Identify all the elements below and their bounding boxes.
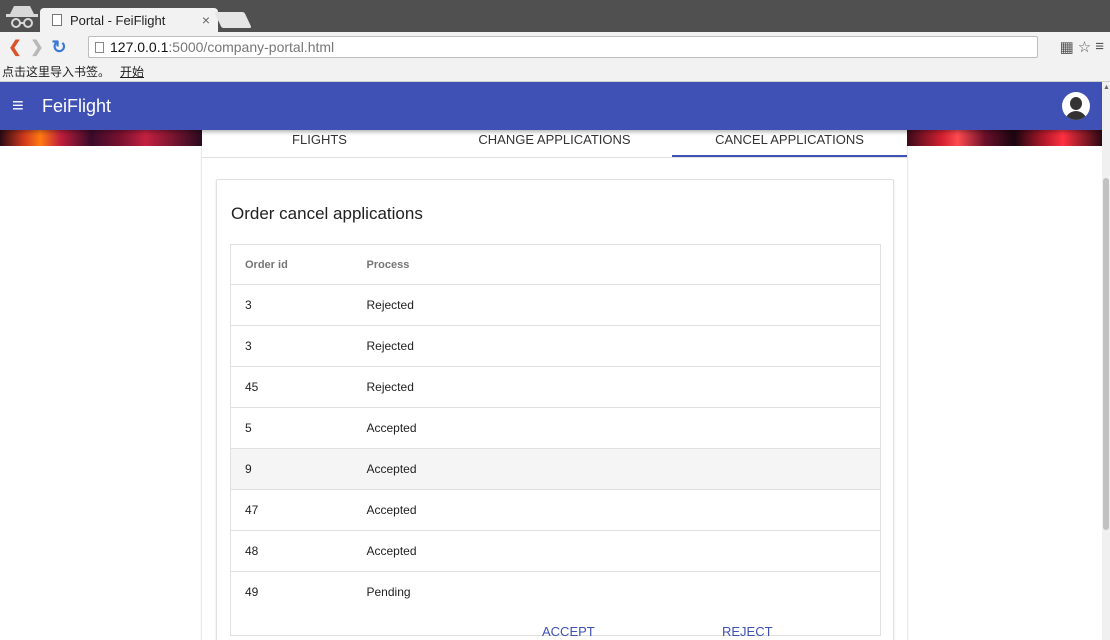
column-header-order-id[interactable]: Order id [230,244,367,285]
table-row[interactable]: 9 Accepted [230,448,881,490]
browser-tab[interactable]: Portal - FeiFlight × [40,8,218,32]
row-actions: ACCEPT REJECT [202,624,907,640]
table-row[interactable]: 3 Rejected [230,325,881,367]
scroll-up-icon[interactable]: ▲ [1103,84,1110,91]
table-row[interactable]: 48 Accepted [230,530,881,572]
process-cell: Rejected [366,284,881,326]
process-cell: Accepted [366,407,881,449]
app-brand[interactable]: FeiFlight [42,96,111,117]
accept-button[interactable]: ACCEPT [542,624,595,639]
page-icon [52,14,62,26]
scrollbar-thumb[interactable] [1103,178,1109,530]
tab-change-applications[interactable]: CHANGE APPLICATIONS [437,130,672,157]
column-header-process[interactable]: Process [366,244,881,285]
tab-cancel-applications[interactable]: CANCEL APPLICATIONS [672,130,907,157]
process-cell: Rejected [366,366,881,408]
table-header-row: Order id Process [230,244,881,285]
new-tab-button[interactable] [214,12,252,28]
applications-table: Order id Process 3 Rejected 3 Rejected 4… [230,244,881,636]
avatar-body [1065,111,1087,120]
bookmark-import-text[interactable]: 点击这里导入书签。 [2,63,110,80]
page-icon [95,41,104,53]
order-id-cell: 5 [230,407,367,449]
forward-icon[interactable]: ❯ [28,37,46,57]
order-id-cell: 48 [230,530,367,572]
close-tab-icon[interactable]: × [202,12,210,28]
banner-image-left [0,130,202,146]
cancel-applications-panel: Order cancel applications Order id Proce… [216,179,894,640]
url-path: :5000/company-portal.html [168,39,335,55]
toolbar-right-icons: ▦ ☆ ≡ [1060,38,1104,56]
browser-toolbar: ❮ ❯ ↻ 127.0.0.1:5000/company-portal.html… [0,32,1110,62]
menu-icon[interactable]: ≡ [12,95,42,118]
bookmarks-bar: 点击这里导入书签。 开始 [0,62,1110,82]
table-row[interactable]: 45 Rejected [230,366,881,408]
browser-tab-strip: Portal - FeiFlight × [0,0,1110,32]
process-cell: Accepted [366,448,881,490]
page-scrollbar[interactable]: ▲ [1102,82,1110,640]
translate-icon[interactable]: ▦ [1060,38,1074,56]
back-icon[interactable]: ❮ [6,37,24,57]
browser-tab-title: Portal - FeiFlight [70,12,166,28]
table-row[interactable]: 5 Accepted [230,407,881,449]
incognito-icon [6,6,38,28]
url-host: 127.0.0.1 [110,39,169,55]
order-id-cell: 47 [230,489,367,531]
process-cell: Rejected [366,325,881,367]
browser-menu-icon[interactable]: ≡ [1095,38,1104,56]
portal-card: FLIGHTS CHANGE APPLICATIONS CANCEL APPLI… [202,122,907,640]
order-id-cell: 9 [230,448,367,490]
order-id-cell: 3 [230,284,367,326]
process-cell: Accepted [366,489,881,531]
page-viewport: ≡ FeiFlight FLIGHTS CHANGE APPLICATIONS … [0,82,1102,640]
address-bar[interactable]: 127.0.0.1:5000/company-portal.html [88,36,1038,58]
table-row[interactable]: 3 Rejected [230,284,881,326]
table-row[interactable]: 47 Accepted [230,489,881,531]
reload-icon[interactable]: ↻ [50,37,68,57]
reject-button[interactable]: REJECT [722,624,773,639]
avatar[interactable] [1062,92,1090,120]
order-id-cell: 3 [230,325,367,367]
portal-tabs: FLIGHTS CHANGE APPLICATIONS CANCEL APPLI… [202,130,907,158]
bookmark-star-icon[interactable]: ☆ [1078,38,1091,56]
panel-title: Order cancel applications [231,204,423,223]
tab-flights[interactable]: FLIGHTS [202,130,437,157]
process-cell: Accepted [366,530,881,572]
order-id-cell: 45 [230,366,367,408]
app-bar: ≡ FeiFlight [0,82,1102,130]
bookmark-start-link[interactable]: 开始 [120,63,144,80]
avatar-head [1070,97,1082,110]
banner-image-right [907,130,1102,146]
